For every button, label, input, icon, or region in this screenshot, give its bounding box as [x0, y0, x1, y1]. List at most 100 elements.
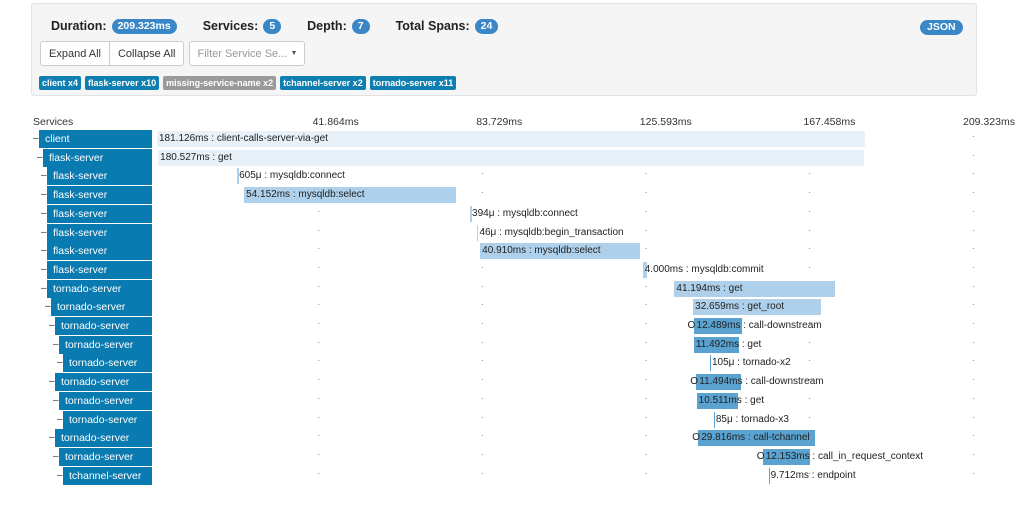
collapse-toggle-icon[interactable]: –	[57, 357, 63, 368]
collapse-toggle-icon[interactable]: –	[41, 264, 47, 275]
collapse-toggle-icon[interactable]: –	[41, 245, 47, 256]
span-label: 4.000ms : mysqldb:commit	[644, 263, 764, 275]
span-bar[interactable]	[713, 411, 715, 428]
expand-all-button[interactable]: Expand All	[40, 41, 110, 66]
grid-dot: ·	[644, 169, 648, 179]
span-service-name[interactable]: flask-server	[47, 242, 153, 261]
collapse-toggle-icon[interactable]: –	[41, 283, 47, 294]
span-service-name[interactable]: flask-server	[47, 167, 153, 186]
span-row[interactable]: – tornado-server · · · · · 105μ : tornado-x2	[0, 354, 1024, 373]
collapse-toggle-icon[interactable]: –	[37, 152, 43, 163]
span-row[interactable]: –tornado-server·····32.659ms : get_root	[0, 298, 1024, 317]
grid-dot: ·	[644, 375, 648, 385]
services-column-header: Services	[33, 116, 74, 128]
collapse-toggle-icon[interactable]: –	[41, 227, 47, 238]
span-row[interactable]: –tornado-server·····12.153ms : call_in_r…	[0, 447, 1024, 466]
service-tag[interactable]: client x4	[39, 76, 82, 90]
span-service-name[interactable]: tornado-server	[47, 279, 153, 298]
span-row[interactable]: –flask-server·····40.910ms : mysqldb:sel…	[0, 242, 1024, 261]
span-row[interactable]: – flask-server · · · · · 394μ : mysqldb:connect	[0, 204, 1024, 223]
span-label: 105μ : tornado-x2	[711, 357, 791, 369]
span-service-name[interactable]: tornado-server	[63, 410, 153, 429]
span-service-name[interactable]: tornado-server	[59, 391, 153, 410]
grid-dot: ·	[481, 356, 484, 366]
filter-service-select[interactable]: Filter Service Se... ▼	[189, 41, 306, 66]
collapse-toggle-icon[interactable]: –	[53, 339, 59, 350]
grid-dot: ·	[808, 393, 812, 403]
grid-dot: ·	[481, 169, 484, 179]
duration-badge: 209.323ms	[111, 18, 177, 34]
span-bar[interactable]	[158, 149, 864, 166]
span-row[interactable]: – flask-server · · · · · 46μ : mysqldb:begin_tr…	[0, 223, 1024, 242]
service-tag[interactable]: tornado-server x11	[369, 76, 457, 90]
grid-dot: ·	[317, 319, 321, 328]
service-tag[interactable]: tchannel-server x2	[280, 76, 366, 90]
span-service-name[interactable]: tornado-server	[63, 354, 153, 373]
span-row[interactable]: –client·····181.126ms : client-calls-ser…	[0, 130, 1024, 148]
span-service-name[interactable]: tornado-server	[59, 447, 153, 466]
grid-dot: ·	[972, 150, 975, 160]
span-row[interactable]: –tornado-server·····29.816ms : call-tcha…	[0, 429, 1024, 448]
collapse-toggle-icon[interactable]: –	[41, 189, 47, 200]
span-row[interactable]: – tornado-server · · · · · 12.489ms : call-down…	[0, 317, 1024, 335]
grid-dot: ·	[481, 412, 484, 422]
span-service-name[interactable]: tornado-server	[55, 317, 153, 335]
span-row[interactable]: – flask-server · · · · · 605μ : mysqldb:connect	[0, 167, 1024, 186]
span-bar[interactable]	[709, 355, 711, 372]
collapse-toggle-icon[interactable]: –	[57, 470, 63, 481]
grid-dot: ·	[317, 281, 321, 291]
span-row[interactable]: – tornado-server · · · · · 85μ : tornado-x3	[0, 410, 1024, 429]
span-row[interactable]: –flask-server·····180.527ms : get	[0, 148, 1024, 167]
collapse-toggle-icon[interactable]: –	[41, 170, 47, 181]
span-label: 11.492ms : get	[695, 338, 762, 350]
span-service-name[interactable]: tornado-server	[59, 335, 153, 354]
grid-dot: ·	[317, 356, 321, 366]
collapse-toggle-icon[interactable]: –	[49, 320, 55, 331]
collapse-toggle-icon[interactable]: –	[57, 414, 63, 425]
collapse-toggle-icon[interactable]: –	[53, 395, 59, 406]
span-label: 394μ : mysqldb:connect	[472, 207, 578, 219]
span-row[interactable]: –flask-server·····54.152ms : mysqldb:sel…	[0, 186, 1024, 205]
json-button[interactable]: JSON	[920, 20, 963, 35]
span-bar[interactable]	[477, 224, 479, 241]
collapse-toggle-icon[interactable]: –	[49, 432, 55, 443]
grid-dot: ·	[972, 188, 975, 198]
span-service-name[interactable]: flask-server	[47, 223, 153, 242]
span-service-name[interactable]: flask-server	[47, 186, 153, 205]
grid-dot: ·	[481, 262, 484, 272]
grid-dot: ·	[481, 375, 484, 385]
span-row[interactable]: – tchannel-server · · · · · 9.712ms : endpoint	[0, 466, 1024, 485]
span-service-name[interactable]: client	[39, 130, 153, 148]
service-tag[interactable]: flask-server x10	[85, 76, 160, 90]
collapse-all-button[interactable]: Collapse All	[109, 41, 185, 66]
span-service-name[interactable]: tchannel-server	[63, 466, 153, 485]
collapse-toggle-icon[interactable]: –	[49, 376, 55, 387]
collapse-toggle-icon[interactable]: –	[33, 133, 39, 144]
collapse-toggle-icon[interactable]: –	[41, 208, 47, 219]
span-row[interactable]: – tornado-server · · · · · 10.511ms : get	[0, 391, 1024, 410]
total-spans-label: Total Spans:	[395, 19, 470, 33]
grid-dot: ·	[317, 300, 321, 310]
span-service-name[interactable]: flask-server	[43, 148, 153, 167]
services-badge: 5	[263, 18, 282, 34]
service-tag[interactable]: missing-service-name x2	[163, 76, 277, 90]
annotation-marker-icon: O	[692, 432, 701, 444]
grid-dot: ·	[644, 281, 648, 291]
annotation-marker-icon: O	[690, 376, 699, 388]
span-service-name[interactable]: tornado-server	[55, 429, 153, 448]
span-row[interactable]: – tornado-server · · · · · 11.494ms : call-down…	[0, 373, 1024, 392]
span-service-name[interactable]: tornado-server	[51, 298, 153, 317]
grid-dot: ·	[644, 356, 648, 366]
grid-dot: ·	[808, 412, 812, 422]
span-service-name[interactable]: flask-server	[47, 204, 153, 223]
grid-dot: ·	[481, 449, 484, 459]
span-service-name[interactable]: flask-server	[47, 260, 153, 279]
grid-dot: ·	[317, 431, 321, 441]
collapse-toggle-icon[interactable]: –	[45, 301, 51, 312]
span-service-name[interactable]: tornado-server	[55, 373, 153, 392]
span-row[interactable]: –tornado-server·····41.194ms : get	[0, 279, 1024, 298]
span-bar[interactable]	[768, 467, 770, 484]
span-row[interactable]: – tornado-server · · · · · 11.492ms : get	[0, 335, 1024, 354]
span-row[interactable]: –flask-server·····4.000ms : mysqldb:comm…	[0, 260, 1024, 279]
collapse-toggle-icon[interactable]: –	[53, 451, 59, 462]
